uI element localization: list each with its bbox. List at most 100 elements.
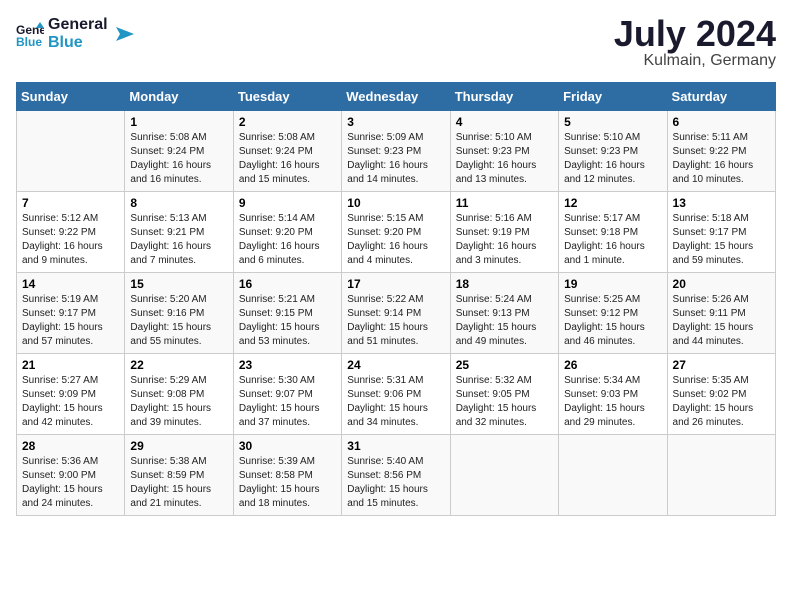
day-number: 6: [673, 115, 770, 129]
day-number: 1: [130, 115, 227, 129]
table-row: 13Sunrise: 5:18 AMSunset: 9:17 PMDayligh…: [667, 192, 775, 273]
day-info: Sunrise: 5:18 AMSunset: 9:17 PMDaylight:…: [673, 212, 770, 268]
table-row: 17Sunrise: 5:22 AMSunset: 9:14 PMDayligh…: [342, 273, 450, 354]
table-row: 22Sunrise: 5:29 AMSunset: 9:08 PMDayligh…: [125, 354, 233, 435]
day-info: Sunrise: 5:26 AMSunset: 9:11 PMDaylight:…: [673, 293, 770, 349]
day-number: 8: [130, 196, 227, 210]
day-number: 17: [347, 277, 444, 291]
header-tuesday: Tuesday: [233, 83, 341, 111]
day-number: 15: [130, 277, 227, 291]
day-number: 12: [564, 196, 661, 210]
header-friday: Friday: [559, 83, 667, 111]
day-info: Sunrise: 5:40 AMSunset: 8:56 PMDaylight:…: [347, 455, 444, 511]
table-row: 3 Sunrise: 5:09 AMSunset: 9:23 PMDaylight…: [342, 111, 450, 192]
logo: General Blue General Blue: [16, 16, 134, 51]
day-info: Sunrise: 5:30 AMSunset: 9:07 PMDaylight:…: [239, 374, 336, 430]
day-info: Sunrise: 5:14 AMSunset: 9:20 PMDaylight:…: [239, 212, 336, 268]
day-number: 5: [564, 115, 661, 129]
table-row: [667, 435, 775, 516]
table-row: [17, 111, 125, 192]
location-subtitle: Kulmain, Germany: [614, 52, 776, 70]
calendar-body: 1 Sunrise: 5:08 AMSunset: 9:24 PMDaylight…: [17, 111, 776, 516]
day-number: 24: [347, 358, 444, 372]
day-number: 26: [564, 358, 661, 372]
day-number: 7: [22, 196, 119, 210]
day-number: 23: [239, 358, 336, 372]
day-number: 28: [22, 439, 119, 453]
table-row: 5 Sunrise: 5:10 AMSunset: 9:23 PMDaylight…: [559, 111, 667, 192]
table-row: 2 Sunrise: 5:08 AMSunset: 9:24 PMDaylight…: [233, 111, 341, 192]
table-row: 26Sunrise: 5:34 AMSunset: 9:03 PMDayligh…: [559, 354, 667, 435]
day-info: Sunrise: 5:19 AMSunset: 9:17 PMDaylight:…: [22, 293, 119, 349]
day-number: 21: [22, 358, 119, 372]
table-row: 29 Sunrise: 5:38 AMSunset: 8:59 PMDayligh…: [125, 435, 233, 516]
day-number: 30: [239, 439, 336, 453]
day-number: 10: [347, 196, 444, 210]
day-info: Sunrise: 5:15 AMSunset: 9:20 PMDaylight:…: [347, 212, 444, 268]
day-number: 25: [456, 358, 553, 372]
day-info: Sunrise: 5:13 AMSunset: 9:21 PMDaylight:…: [130, 212, 227, 268]
month-year-title: July 2024: [614, 16, 776, 52]
day-info: Sunrise: 5:17 AMSunset: 9:18 PMDaylight:…: [564, 212, 661, 268]
day-info: Sunrise: 5:10 AMSunset: 9:23 PMDaylight:…: [564, 131, 661, 187]
day-info: Sunrise: 5:08 AMSunset: 9:24 PMDaylight:…: [130, 131, 227, 187]
table-row: [450, 435, 558, 516]
day-info: Sunrise: 5:25 AMSunset: 9:12 PMDaylight:…: [564, 293, 661, 349]
header-thursday: Thursday: [450, 83, 558, 111]
table-row: 21 Sunrise: 5:27 AMSunset: 9:09 PMDayligh…: [17, 354, 125, 435]
day-info: Sunrise: 5:35 AMSunset: 9:02 PMDaylight:…: [673, 374, 770, 430]
table-row: 27 Sunrise: 5:35 AMSunset: 9:02 PMDayligh…: [667, 354, 775, 435]
day-info: Sunrise: 5:16 AMSunset: 9:19 PMDaylight:…: [456, 212, 553, 268]
table-row: 25 Sunrise: 5:32 AMSunset: 9:05 PMDayligh…: [450, 354, 558, 435]
table-row: 9Sunrise: 5:14 AMSunset: 9:20 PMDaylight…: [233, 192, 341, 273]
table-row: 24 Sunrise: 5:31 AMSunset: 9:06 PMDayligh…: [342, 354, 450, 435]
day-info: Sunrise: 5:32 AMSunset: 9:05 PMDaylight:…: [456, 374, 553, 430]
table-row: 15 Sunrise: 5:20 AMSunset: 9:16 PMDayligh…: [125, 273, 233, 354]
header-saturday: Saturday: [667, 83, 775, 111]
day-info: Sunrise: 5:08 AMSunset: 9:24 PMDaylight:…: [239, 131, 336, 187]
header-sunday: Sunday: [17, 83, 125, 111]
day-number: 19: [564, 277, 661, 291]
table-row: [559, 435, 667, 516]
table-row: 11 Sunrise: 5:16 AMSunset: 9:19 PMDayligh…: [450, 192, 558, 273]
day-number: 14: [22, 277, 119, 291]
table-row: 31 Sunrise: 5:40 AMSunset: 8:56 PMDayligh…: [342, 435, 450, 516]
day-number: 27: [673, 358, 770, 372]
header-wednesday: Wednesday: [342, 83, 450, 111]
day-info: Sunrise: 5:38 AMSunset: 8:59 PMDaylight:…: [130, 455, 227, 511]
day-info: Sunrise: 5:29 AMSunset: 9:08 PMDaylight:…: [130, 374, 227, 430]
day-number: 16: [239, 277, 336, 291]
day-number: 4: [456, 115, 553, 129]
day-number: 2: [239, 115, 336, 129]
day-number: 31: [347, 439, 444, 453]
table-row: 6Sunrise: 5:11 AMSunset: 9:22 PMDaylight…: [667, 111, 775, 192]
day-number: 29: [130, 439, 227, 453]
day-number: 20: [673, 277, 770, 291]
header-monday: Monday: [125, 83, 233, 111]
day-number: 3: [347, 115, 444, 129]
logo-blue: Blue: [48, 34, 108, 52]
table-row: 4 Sunrise: 5:10 AMSunset: 9:23 PMDaylight…: [450, 111, 558, 192]
table-row: 10 Sunrise: 5:15 AMSunset: 9:20 PMDayligh…: [342, 192, 450, 273]
table-row: 18Sunrise: 5:24 AMSunset: 9:13 PMDayligh…: [450, 273, 558, 354]
day-number: 11: [456, 196, 553, 210]
day-info: Sunrise: 5:39 AMSunset: 8:58 PMDaylight:…: [239, 455, 336, 511]
table-row: 20 Sunrise: 5:26 AMSunset: 9:11 PMDayligh…: [667, 273, 775, 354]
day-info: Sunrise: 5:27 AMSunset: 9:09 PMDaylight:…: [22, 374, 119, 430]
day-info: Sunrise: 5:10 AMSunset: 9:23 PMDaylight:…: [456, 131, 553, 187]
table-row: 14 Sunrise: 5:19 AMSunset: 9:17 PMDayligh…: [17, 273, 125, 354]
day-info: Sunrise: 5:31 AMSunset: 9:06 PMDaylight:…: [347, 374, 444, 430]
logo-general: General: [48, 16, 108, 34]
table-row: 28Sunrise: 5:36 AMSunset: 9:00 PMDayligh…: [17, 435, 125, 516]
table-row: 12 Sunrise: 5:17 AMSunset: 9:18 PMDayligh…: [559, 192, 667, 273]
day-info: Sunrise: 5:12 AMSunset: 9:22 PMDaylight:…: [22, 212, 119, 268]
day-info: Sunrise: 5:24 AMSunset: 9:13 PMDaylight:…: [456, 293, 553, 349]
table-row: 19 Sunrise: 5:25 AMSunset: 9:12 PMDayligh…: [559, 273, 667, 354]
day-info: Sunrise: 5:20 AMSunset: 9:16 PMDaylight:…: [130, 293, 227, 349]
table-row: 23 Sunrise: 5:30 AMSunset: 9:07 PMDayligh…: [233, 354, 341, 435]
calendar-header: Sunday Monday Tuesday Wednesday Thursday…: [17, 83, 776, 111]
calendar-table: Sunday Monday Tuesday Wednesday Thursday…: [16, 82, 776, 516]
logo-arrow-icon: [112, 23, 134, 45]
table-row: 8 Sunrise: 5:13 AMSunset: 9:21 PMDaylight…: [125, 192, 233, 273]
day-info: Sunrise: 5:09 AMSunset: 9:23 PMDaylight:…: [347, 131, 444, 187]
